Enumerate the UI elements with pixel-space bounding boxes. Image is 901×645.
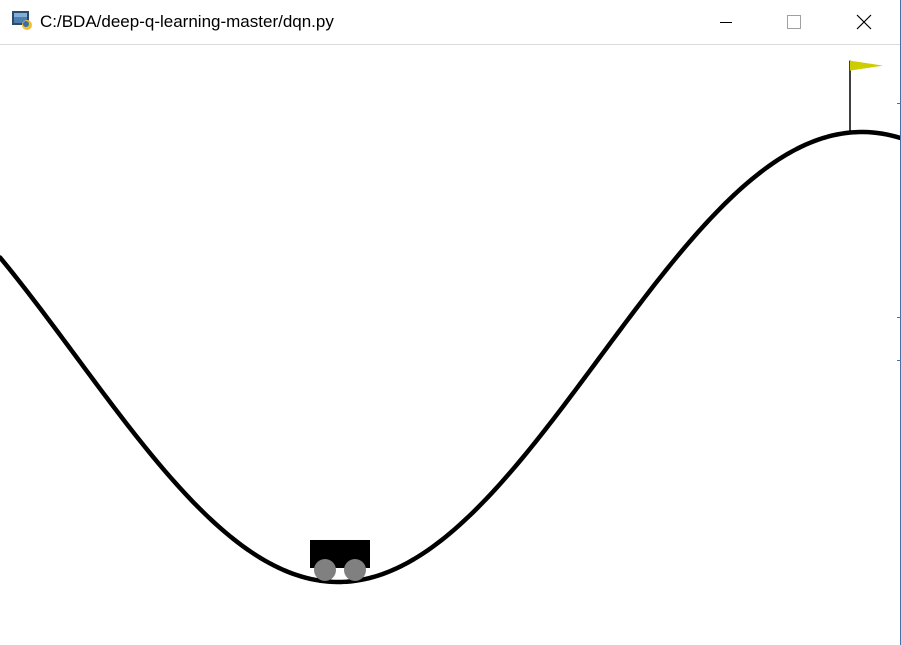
game-viewport bbox=[0, 45, 900, 645]
mountain-track bbox=[0, 129, 900, 585]
minimize-icon bbox=[720, 22, 732, 23]
close-icon bbox=[856, 14, 872, 30]
mountain-car-scene bbox=[0, 60, 900, 585]
close-button[interactable] bbox=[841, 0, 887, 44]
car bbox=[310, 539, 370, 581]
python-app-icon bbox=[12, 11, 33, 31]
app-window: C:/BDA/deep-q-learning-master/dqn.py bbox=[0, 0, 901, 645]
window-edge-mark bbox=[897, 317, 900, 318]
window-edge-mark bbox=[897, 103, 900, 104]
flag bbox=[850, 60, 883, 71]
minimize-button[interactable] bbox=[703, 0, 749, 44]
car-wheel-front bbox=[344, 558, 366, 581]
window-edge-mark bbox=[897, 360, 900, 361]
car-wheel-rear bbox=[314, 558, 336, 581]
goal-flag bbox=[849, 60, 883, 133]
maximize-button[interactable] bbox=[771, 0, 817, 44]
window-title: C:/BDA/deep-q-learning-master/dqn.py bbox=[40, 12, 334, 31]
title-bar[interactable]: C:/BDA/deep-q-learning-master/dqn.py bbox=[0, 0, 900, 45]
maximize-icon bbox=[787, 15, 801, 29]
